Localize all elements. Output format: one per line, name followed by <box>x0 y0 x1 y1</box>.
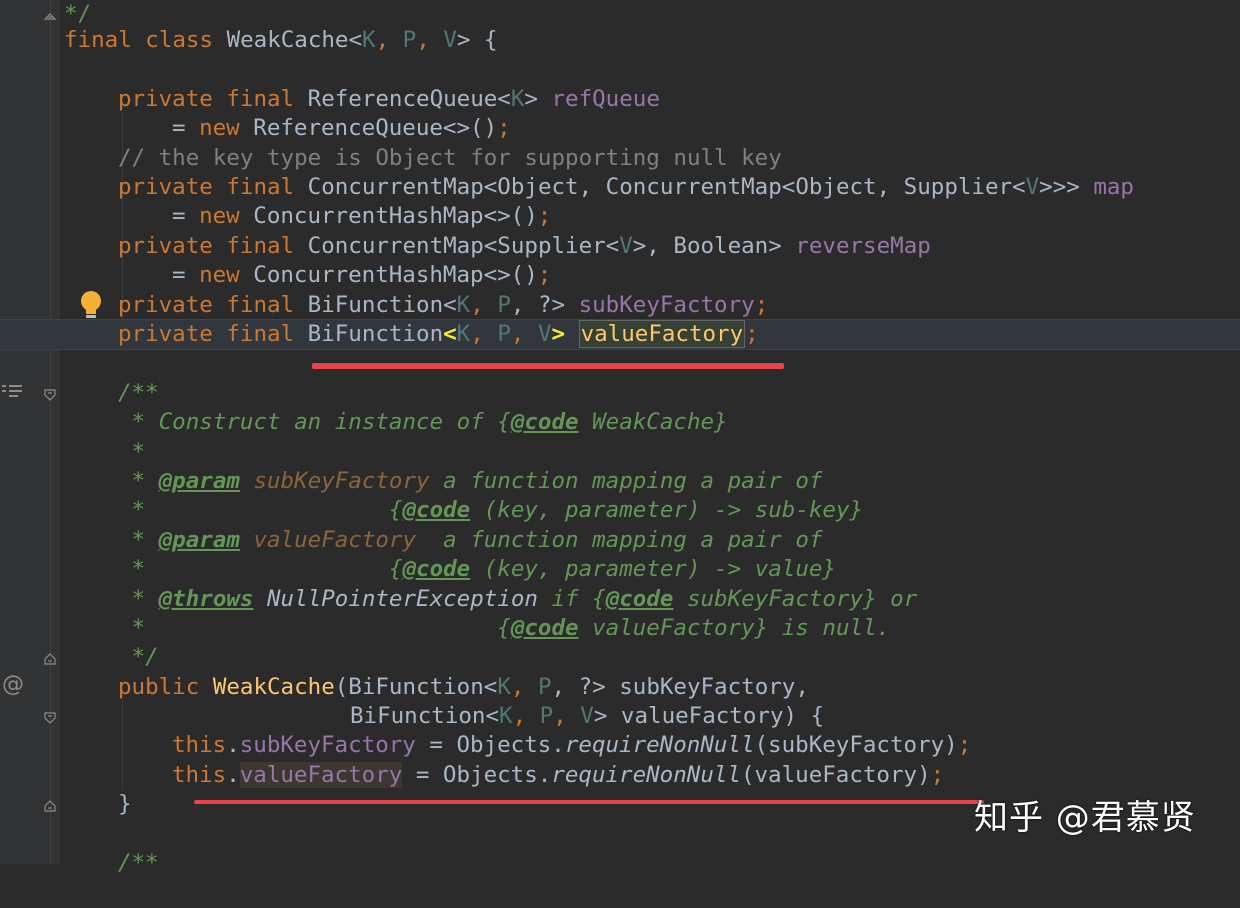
code-line: * @throws NullPointerException if {@code… <box>118 586 918 612</box>
code-line: final class WeakCache<K, P, V> { <box>64 27 498 53</box>
code-line: BiFunction<K, P, V> valueFactory) { <box>350 703 825 729</box>
code-line: private final BiFunction<K, P, ?> subKey… <box>118 292 769 318</box>
current-code-line[interactable]: private final BiFunction<K, P, V> valueF… <box>0 319 1240 351</box>
code-line: * {@code (key, parameter) -> value} <box>118 556 836 582</box>
code-line: */ <box>64 1 92 27</box>
code-line: */ <box>118 644 159 670</box>
code-line: // the key type is Object for supporting… <box>118 145 782 171</box>
code-line: * {@code (key, parameter) -> sub-key} <box>118 497 864 523</box>
code-line: = new ReferenceQueue<>(); <box>172 115 511 141</box>
code-line: public WeakCache(BiFunction<K, P, ?> sub… <box>118 674 809 700</box>
code-line: this.valueFactory = Objects.requireNonNu… <box>172 762 945 788</box>
usage-highlight: valueFactory <box>239 762 403 788</box>
code-line: /** <box>118 380 159 406</box>
code-line: * {@code valueFactory} is null. <box>118 615 891 641</box>
code-line: private final ConcurrentMap<Object, Conc… <box>118 174 1134 200</box>
code-line: private final ConcurrentMap<Supplier<V>,… <box>118 233 931 259</box>
code-line: * Construct an instance of {@code WeakCa… <box>118 409 728 435</box>
code-line: private final ReferenceQueue<K> refQueue <box>118 86 660 112</box>
watermark: 知乎 @君慕贤 <box>974 798 1196 838</box>
code-line: = new ConcurrentHashMap<>(); <box>172 262 552 288</box>
code-line: * @param subKeyFactory a function mappin… <box>118 468 823 494</box>
code-line: * @param valueFactory a function mapping… <box>118 527 823 553</box>
annotation-underline <box>312 363 784 369</box>
highlighted-identifier: valueFactory <box>578 320 746 348</box>
code-line: this.subKeyFactory = Objects.requireNonN… <box>172 732 972 758</box>
code-line: * <box>118 439 146 465</box>
code-line: = new ConcurrentHashMap<>(); <box>172 203 552 229</box>
